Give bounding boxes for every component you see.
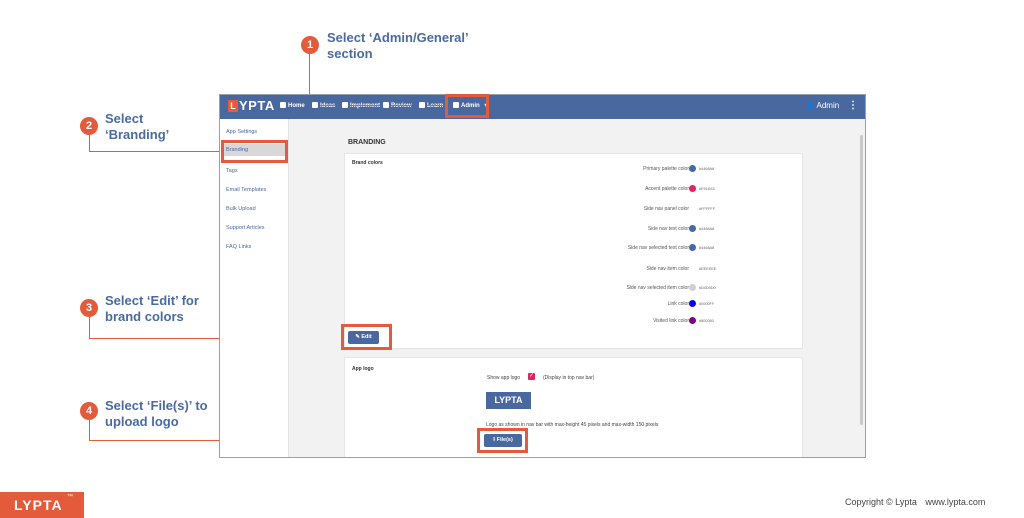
accent-color-label: Accent palette color	[645, 186, 689, 192]
brand-colors-heading: Brand colors	[352, 160, 383, 166]
step-3-text: Select ‘Edit’ for brand colors	[105, 293, 199, 325]
step-2-connector-h	[89, 151, 222, 152]
footer-brand-badge: LYPTA ™	[0, 492, 84, 518]
top-nav-bar: L YPTA Home Ideas Implement Review Learn…	[220, 95, 865, 119]
primary-color-label: Primary palette color	[643, 166, 689, 172]
highlight-files	[477, 428, 528, 453]
step-2-connector-v	[89, 135, 90, 151]
side-nav-selected-item-color-hex: #D0D0D0	[699, 286, 716, 290]
link-color-hex: #0000FF	[699, 302, 715, 306]
logo-mark: L	[228, 100, 238, 112]
display-hint: (Display in top nav bar)	[543, 375, 595, 381]
visited-link-color-hex: #800080	[699, 319, 714, 323]
home-icon	[280, 102, 286, 108]
copyright-text: Copyright © Lypta	[845, 497, 917, 507]
sidebar-item-tags[interactable]: Tags	[226, 168, 238, 174]
nav-review-label: Review	[391, 103, 412, 109]
sidebar-item-bulk-upload[interactable]: Bulk Upload	[226, 206, 256, 212]
more-menu-icon[interactable]: ⋮	[848, 100, 858, 111]
user-label: Admin	[816, 101, 840, 110]
highlight-branding	[221, 140, 288, 163]
learn-icon	[419, 102, 425, 108]
app-logo-heading: App logo	[352, 366, 374, 372]
step-4-line2: upload logo	[105, 414, 179, 429]
step-2-text: Select ‘Branding’	[105, 111, 169, 143]
highlight-admin	[445, 94, 489, 118]
accent-color-hex: #E91E63	[699, 187, 715, 191]
side-nav-selected-text-color-label: Side nav selected text color	[627, 245, 689, 251]
step-4-connector-v	[89, 420, 90, 440]
nav-ideas-label: Ideas	[320, 103, 336, 109]
user-icon: 👤	[806, 103, 815, 110]
side-nav-panel-color-hex: #FFFFFF	[699, 207, 716, 211]
side-nav-item-color-label: Side nav item color	[646, 266, 689, 272]
step-3-line2: brand colors	[105, 309, 184, 324]
nav-home-label: Home	[288, 103, 305, 109]
nav-implement[interactable]: Implement	[342, 102, 380, 109]
footer-brand-tm: ™	[67, 494, 73, 500]
lightbulb-icon	[312, 102, 318, 108]
visited-link-color-label: Visited link color	[652, 318, 689, 324]
nav-review[interactable]: Review	[383, 102, 412, 109]
brand-colors-card: Brand colors Primary palette color #4468…	[344, 153, 803, 349]
footer-copyright: Copyright © Lypta www.lypta.com	[845, 497, 985, 507]
logo-text: YPTA	[239, 98, 275, 113]
primary-color-hex: #4468A8	[699, 167, 715, 171]
website-link[interactable]: www.lypta.com	[925, 497, 985, 507]
scrollbar[interactable]	[860, 135, 863, 425]
show-app-logo-checkbox[interactable]: ✓	[528, 373, 535, 380]
sidebar-item-support-articles[interactable]: Support Articles	[226, 225, 265, 231]
step-4-text: Select ‘File(s)’ to upload logo	[105, 398, 208, 430]
step-1-line1: Select ‘Admin/General’	[327, 30, 469, 45]
nav-home[interactable]: Home	[280, 102, 305, 109]
side-nav-selected-text-color-swatch[interactable]	[689, 244, 696, 251]
step-2-badge: 2	[80, 117, 98, 135]
step-2-line2: ‘Branding’	[105, 127, 170, 142]
side-nav-item-color-hex: #EEEEEE	[699, 267, 717, 271]
chart-icon	[383, 102, 389, 108]
step-3-connector-v	[89, 317, 90, 338]
visited-link-color-swatch[interactable]	[689, 317, 696, 324]
show-app-logo-label: Show app logo	[487, 375, 521, 381]
step-1-badge: 1	[301, 36, 319, 54]
sidebar-item-faq-links[interactable]: FAQ Links	[226, 244, 251, 250]
sidebar-item-email-templates[interactable]: Email Templates	[226, 187, 266, 193]
side-nav-panel-color-label: Side nav panel color	[643, 206, 689, 212]
sidebar-item-app-settings[interactable]: App Settings	[226, 129, 257, 135]
side-nav-selected-text-color-hex: #4468A8	[699, 246, 715, 250]
nav-implement-label: Implement	[350, 103, 381, 109]
step-1-text: Select ‘Admin/General’ section	[327, 30, 469, 62]
nav-ideas[interactable]: Ideas	[312, 102, 335, 109]
step-3-badge: 3	[80, 299, 98, 317]
nav-learn-label: Learn	[427, 103, 444, 109]
app-logo-card: App logo Show app logo ✓ (Display in top…	[344, 357, 803, 457]
primary-color-swatch[interactable]	[689, 165, 696, 172]
side-nav-text-color-swatch[interactable]	[689, 225, 696, 232]
footer-brand-text: LYPTA	[14, 497, 63, 513]
step-1-line2: section	[327, 46, 373, 61]
step-2-line1: Select	[105, 111, 144, 126]
nav-learn[interactable]: Learn	[419, 102, 443, 109]
page-title: BRANDING	[348, 139, 386, 146]
implement-icon	[342, 102, 348, 108]
side-nav-text-color-hex: #4468A8	[699, 227, 715, 231]
accent-color-swatch[interactable]	[689, 185, 696, 192]
sidebar: App Settings Branding Tags Email Templat…	[220, 119, 289, 457]
step-4-line1: Select ‘File(s)’ to	[105, 398, 208, 413]
step-4-badge: 4	[80, 402, 98, 420]
link-color-label: Link color	[667, 301, 689, 307]
user-menu[interactable]: 👤 Admin	[806, 101, 839, 110]
side-nav-selected-item-color-swatch[interactable]	[689, 284, 696, 291]
step-3-line1: Select ‘Edit’ for	[105, 293, 199, 308]
app-window: L YPTA Home Ideas Implement Review Learn…	[219, 94, 866, 458]
app-logo-preview: LYPTA	[486, 392, 531, 409]
link-color-swatch[interactable]	[689, 300, 696, 307]
side-nav-text-color-label: Side nav text color	[647, 226, 689, 232]
highlight-edit	[341, 324, 392, 350]
side-nav-selected-item-color-label: Side nav selected item color	[626, 285, 689, 291]
